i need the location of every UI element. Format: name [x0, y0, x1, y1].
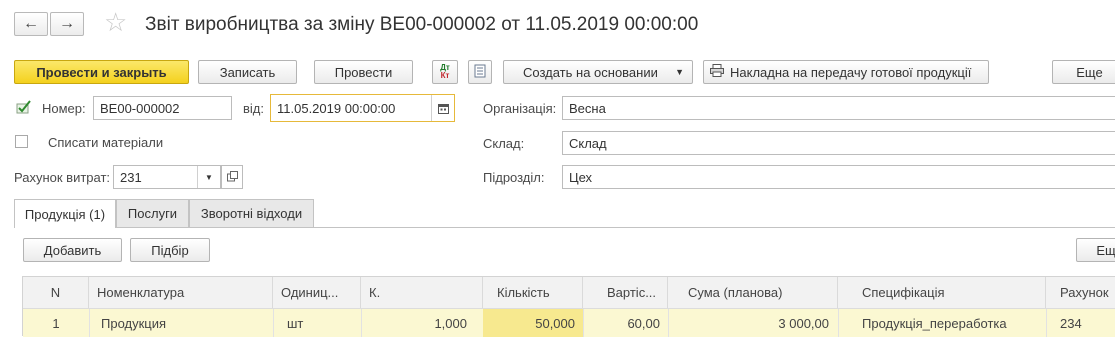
column-header-nomenclature[interactable]: Номенклатура: [89, 277, 273, 308]
print-invoice-label: Накладна на передачу готової продукції: [730, 64, 972, 80]
arrow-left-icon: ←: [23, 15, 39, 32]
chevron-down-icon: ▼: [675, 67, 684, 77]
open-icon: [226, 170, 238, 185]
column-header-planned-sum[interactable]: Сума (планова): [668, 277, 838, 308]
warehouse-label: Склад:: [483, 136, 525, 151]
tab-strip-divider: [14, 227, 1115, 228]
cost-account-value: 231: [120, 170, 142, 185]
star-icon[interactable]: ☆: [104, 9, 127, 35]
cell-unit[interactable]: шт: [273, 309, 361, 337]
number-label: Номер:: [42, 101, 86, 116]
cell-planned-sum[interactable]: 3 000,00: [668, 309, 838, 337]
column-header-unit[interactable]: Одиниц...: [273, 277, 361, 308]
organization-field[interactable]: Весна: [562, 96, 1115, 120]
cell-account[interactable]: 234: [1046, 309, 1115, 337]
document-icon: [474, 64, 486, 81]
posted-check-icon: [16, 100, 32, 117]
create-based-on-label: Создать на основании: [523, 64, 658, 80]
more-button[interactable]: Еще: [1052, 60, 1115, 84]
post-button[interactable]: Провести: [314, 60, 413, 84]
tab-services[interactable]: Послуги: [116, 199, 189, 227]
column-header-coef[interactable]: К.: [361, 277, 483, 308]
cost-account-field[interactable]: 231 ▼: [113, 165, 221, 189]
cell-quantity[interactable]: 50,000: [483, 309, 583, 337]
warehouse-field[interactable]: Склад: [562, 131, 1115, 155]
cell-n: 1: [52, 315, 60, 331]
pick-button[interactable]: Підбір: [130, 238, 210, 262]
create-based-on-dropdown[interactable]: Создать на основании ▼: [503, 60, 693, 84]
cell-nomenclature[interactable]: Продукция: [89, 309, 273, 337]
cell-cost[interactable]: 60,00: [583, 309, 668, 337]
table-header: N Номенклатура Одиниц... К. Кількість Ва…: [23, 277, 1115, 309]
organization-label: Організація:: [483, 101, 557, 116]
open-account-button[interactable]: [221, 165, 243, 189]
tab-returnable-waste[interactable]: Зворотні відходи: [189, 199, 314, 227]
cell-specification[interactable]: Продукція_переработка: [838, 309, 1046, 337]
page-title: Звіт виробництва за зміну ВЕ00-000002 от…: [145, 14, 699, 35]
tab-products[interactable]: Продукція (1): [14, 199, 116, 228]
dt-kt-icon: Дт Кт: [440, 64, 450, 80]
print-invoice-button[interactable]: Накладна на передачу готової продукції: [703, 60, 989, 84]
chevron-down-icon[interactable]: ▼: [197, 166, 220, 188]
post-and-close-button[interactable]: Провести и закрыть: [14, 60, 189, 84]
cell-coef[interactable]: 1,000: [361, 309, 483, 337]
division-field[interactable]: Цех: [562, 165, 1115, 189]
save-button[interactable]: Записать: [198, 60, 297, 84]
writeoff-label: Списати матеріали: [48, 135, 164, 150]
column-header-specification[interactable]: Специфікація: [838, 277, 1046, 308]
date-field[interactable]: 11.05.2019 00:00:00: [270, 94, 455, 122]
products-table: N Номенклатура Одиниц... К. Кількість Ва…: [22, 276, 1115, 337]
calendar-icon[interactable]: [431, 95, 454, 121]
date-label: від:: [243, 101, 264, 116]
writeoff-checkbox[interactable]: [15, 135, 28, 148]
column-header-account[interactable]: Рахунок: [1046, 277, 1115, 308]
column-header-quantity[interactable]: Кількість: [483, 277, 583, 308]
table-row[interactable]: 1 Продукция шт 1,000 50,000 60,00 3 000,…: [23, 309, 1115, 337]
date-value: 11.05.2019 00:00:00: [277, 101, 396, 116]
division-label: Підрозділ:: [483, 170, 545, 185]
forward-button[interactable]: →: [50, 12, 84, 36]
column-header-n[interactable]: N: [23, 277, 89, 308]
dt-kt-button[interactable]: Дт Кт: [432, 60, 458, 84]
number-field[interactable]: ВЕ00-000002: [93, 96, 232, 120]
column-header-cost[interactable]: Вартіс...: [583, 277, 668, 308]
table-more-button[interactable]: Ещ: [1076, 238, 1115, 262]
add-button[interactable]: Добавить: [23, 238, 122, 262]
cost-account-label: Рахунок витрат:: [14, 170, 111, 185]
report-button[interactable]: [468, 60, 492, 84]
arrow-right-icon: →: [59, 15, 75, 32]
kt-label: Кт: [440, 71, 450, 80]
back-button[interactable]: ←: [14, 12, 48, 36]
printer-icon: [710, 64, 724, 80]
